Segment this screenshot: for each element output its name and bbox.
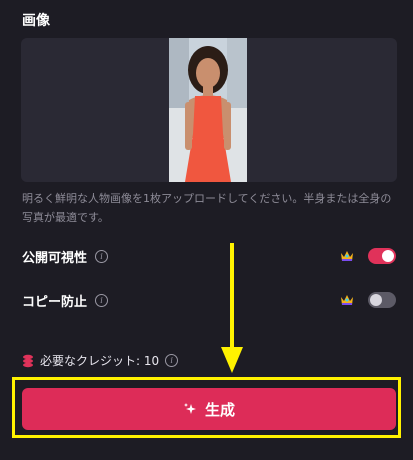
required-credits: 必要なクレジット: 10 i	[22, 352, 179, 369]
image-section-title: 画像	[22, 13, 50, 29]
image-upload-area[interactable]	[21, 38, 397, 182]
crown-icon	[341, 295, 353, 305]
toggle-knob	[370, 294, 382, 306]
copy-protection-row: コピー防止 i	[22, 291, 109, 310]
public-visibility-row: 公開可視性 i	[22, 247, 109, 266]
coin-stack-icon	[23, 354, 33, 367]
info-icon[interactable]: i	[165, 354, 179, 367]
public-visibility-label: 公開可視性	[22, 251, 88, 266]
upload-hint-text: 明るく鮮明な人物画像を1枚アップロードしてください。半身または全身の写真が最適で…	[22, 192, 392, 224]
generate-button[interactable]: 生成	[22, 388, 396, 430]
info-icon[interactable]: i	[95, 294, 109, 307]
generate-button-label: 生成	[204, 400, 235, 419]
crown-icon	[341, 251, 353, 261]
sparkle-icon	[183, 403, 196, 414]
required-credits-text: 必要なクレジット: 10	[40, 354, 160, 368]
info-icon[interactable]: i	[95, 250, 109, 263]
toggle-knob	[382, 250, 394, 262]
arrow-down-icon	[221, 243, 243, 373]
copy-protection-toggle[interactable]	[368, 292, 396, 308]
public-visibility-toggle[interactable]	[368, 248, 396, 264]
copy-protection-label: コピー防止	[22, 295, 88, 310]
uploaded-portrait-image	[169, 38, 247, 182]
